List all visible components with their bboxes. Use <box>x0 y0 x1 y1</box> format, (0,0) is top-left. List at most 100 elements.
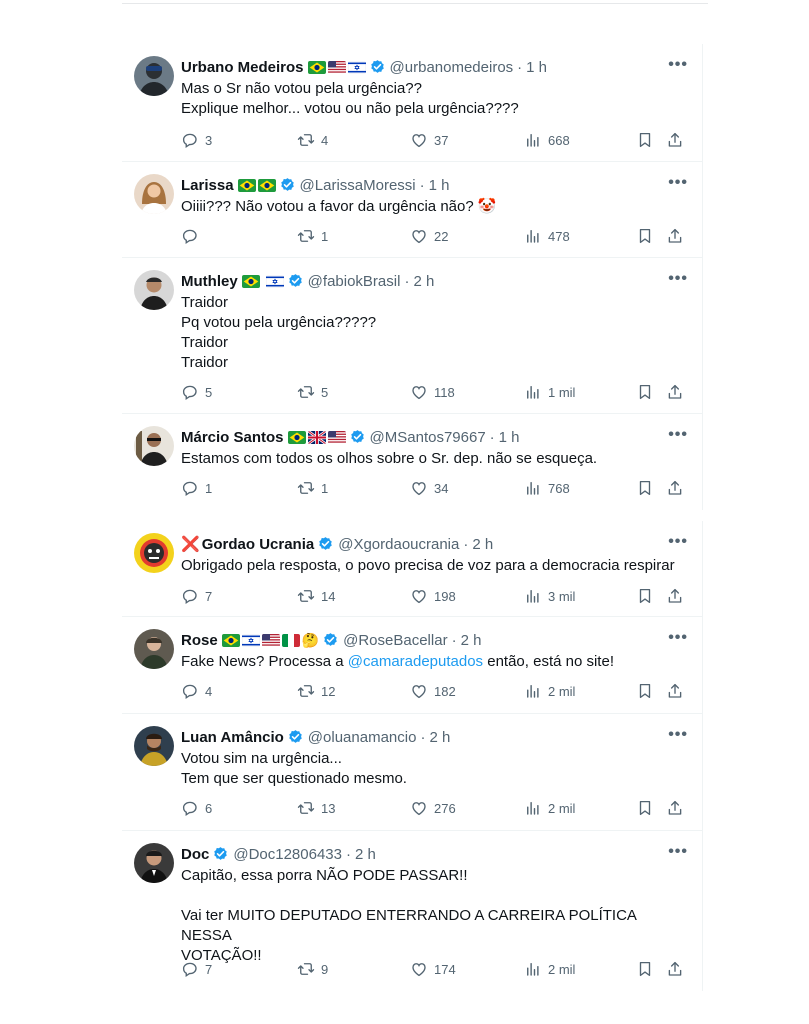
timestamp[interactable]: 1 h <box>526 59 547 76</box>
reply-button[interactable]: 1 <box>181 479 212 497</box>
share-button[interactable] <box>666 960 684 978</box>
share-button[interactable] <box>666 682 684 700</box>
tweet-luan-amancio[interactable]: Luan Amâncio @oluanamancio · 2 h ••• Vot… <box>122 714 702 831</box>
views-button[interactable]: 668 <box>524 131 570 149</box>
bookmark-button[interactable] <box>636 682 654 700</box>
retweet-button[interactable]: 1 <box>297 227 328 245</box>
tweet-urbano-medeiros[interactable]: Urbano Medeiros @urbanomedeiros · 1 h ••… <box>122 44 702 162</box>
bookmark-icon <box>636 227 654 245</box>
bookmark-button[interactable] <box>636 960 654 978</box>
like-button[interactable]: 118 <box>410 383 455 401</box>
bookmark-button[interactable] <box>636 479 654 497</box>
like-button[interactable]: 182 <box>410 682 456 700</box>
author-name[interactable]: Muthley <box>181 273 238 290</box>
author-name[interactable]: Larissa <box>181 177 234 194</box>
reply-button[interactable] <box>181 227 205 245</box>
more-options-icon[interactable]: ••• <box>668 56 688 74</box>
more-options-icon[interactable]: ••• <box>668 174 688 192</box>
reply-icon <box>181 682 199 700</box>
author-name[interactable]: Márcio Santos <box>181 429 284 446</box>
views-button[interactable]: 3 mil <box>524 587 575 605</box>
reply-button[interactable]: 3 <box>181 131 212 149</box>
share-button[interactable] <box>666 587 684 605</box>
timestamp[interactable]: 1 h <box>429 177 450 194</box>
author-name[interactable]: Luan Amâncio <box>181 729 284 746</box>
avatar[interactable] <box>134 270 174 310</box>
avatar[interactable] <box>134 426 174 466</box>
bookmark-button[interactable] <box>636 383 654 401</box>
author-name[interactable]: Doc <box>181 846 209 863</box>
retweet-button[interactable]: 9 <box>297 960 328 978</box>
tweet-gordao-ucrania[interactable]: ❌ Gordao Ucrania @Xgordaoucrania · 2 h •… <box>122 521 702 617</box>
share-button[interactable] <box>666 227 684 245</box>
more-options-icon[interactable]: ••• <box>668 533 688 551</box>
more-options-icon[interactable]: ••• <box>668 270 688 288</box>
views-button[interactable]: 2 mil <box>524 960 575 978</box>
like-button[interactable]: 34 <box>410 479 448 497</box>
retweet-button[interactable]: 12 <box>297 682 335 700</box>
reply-button[interactable]: 6 <box>181 799 212 817</box>
avatar[interactable] <box>134 533 174 573</box>
tweet-doc[interactable]: Doc @Doc12806433 · 2 h ••• Capitão, essa… <box>122 831 702 991</box>
more-options-icon[interactable]: ••• <box>668 726 688 744</box>
author-handle[interactable]: @fabiokBrasil <box>308 273 401 290</box>
avatar[interactable] <box>134 174 174 214</box>
share-button[interactable] <box>666 131 684 149</box>
author-name[interactable]: Urbano Medeiros <box>181 59 304 76</box>
timestamp[interactable]: 2 h <box>461 632 482 649</box>
views-button[interactable]: 1 mil <box>524 383 575 401</box>
reply-button[interactable]: 4 <box>181 682 212 700</box>
timestamp[interactable]: 1 h <box>499 429 520 446</box>
bookmark-button[interactable] <box>636 587 654 605</box>
views-button[interactable]: 2 mil <box>524 682 575 700</box>
avatar[interactable] <box>134 843 174 883</box>
avatar[interactable] <box>134 726 174 766</box>
reply-button[interactable]: 5 <box>181 383 212 401</box>
views-button[interactable]: 478 <box>524 227 570 245</box>
tweet-rose[interactable]: Rose 🤔 @RoseBacellar · 2 h ••• Fake News… <box>122 617 702 714</box>
more-options-icon[interactable]: ••• <box>668 629 688 647</box>
avatar[interactable] <box>134 629 174 669</box>
author-name[interactable]: Gordao Ucrania <box>202 536 315 553</box>
retweet-button[interactable]: 4 <box>297 131 328 149</box>
author-handle[interactable]: @oluanamancio <box>308 729 417 746</box>
author-handle[interactable]: @RoseBacellar <box>343 632 447 649</box>
mention-link[interactable]: @camaradeputados <box>348 653 483 670</box>
bookmark-button[interactable] <box>636 799 654 817</box>
timestamp[interactable]: 2 h <box>472 536 493 553</box>
views-button[interactable]: 768 <box>524 479 570 497</box>
bookmark-button[interactable] <box>636 227 654 245</box>
avatar[interactable] <box>134 56 174 96</box>
views-button[interactable]: 2 mil <box>524 799 575 817</box>
share-button[interactable] <box>666 479 684 497</box>
more-options-icon[interactable]: ••• <box>668 426 688 444</box>
reply-button[interactable]: 7 <box>181 587 212 605</box>
like-button[interactable]: 174 <box>410 960 456 978</box>
tweet-marcio-santos[interactable]: Márcio Santos @MSantos79667 · 1 h ••• Es… <box>122 414 702 510</box>
retweet-button[interactable]: 1 <box>297 479 328 497</box>
timestamp[interactable]: 2 h <box>429 729 450 746</box>
retweet-button[interactable]: 5 <box>297 383 328 401</box>
tweet-larissa[interactable]: Larissa @LarissaMoressi · 1 h ••• Oiiii?… <box>122 162 702 258</box>
retweet-button[interactable]: 14 <box>297 587 335 605</box>
author-handle[interactable]: @MSantos79667 <box>370 429 486 446</box>
like-button[interactable]: 198 <box>410 587 456 605</box>
author-handle[interactable]: @Doc12806433 <box>233 846 342 863</box>
tweet-muthley[interactable]: Muthley @fabiokBrasil · 2 h ••• Traidor … <box>122 258 702 414</box>
like-button[interactable]: 276 <box>410 799 456 817</box>
flag-emojis <box>238 179 276 192</box>
reply-button[interactable]: 7 <box>181 960 212 978</box>
share-button[interactable] <box>666 383 684 401</box>
author-handle[interactable]: @LarissaMoressi <box>300 177 416 194</box>
author-name[interactable]: Rose <box>181 632 218 649</box>
share-button[interactable] <box>666 799 684 817</box>
more-options-icon[interactable]: ••• <box>668 843 688 861</box>
author-handle[interactable]: @urbanomedeiros <box>390 59 514 76</box>
retweet-button[interactable]: 13 <box>297 799 335 817</box>
author-handle[interactable]: @Xgordaoucrania <box>338 536 459 553</box>
timestamp[interactable]: 2 h <box>413 273 434 290</box>
like-button[interactable]: 22 <box>410 227 448 245</box>
timestamp[interactable]: 2 h <box>355 846 376 863</box>
bookmark-button[interactable] <box>636 131 654 149</box>
like-button[interactable]: 37 <box>410 131 448 149</box>
